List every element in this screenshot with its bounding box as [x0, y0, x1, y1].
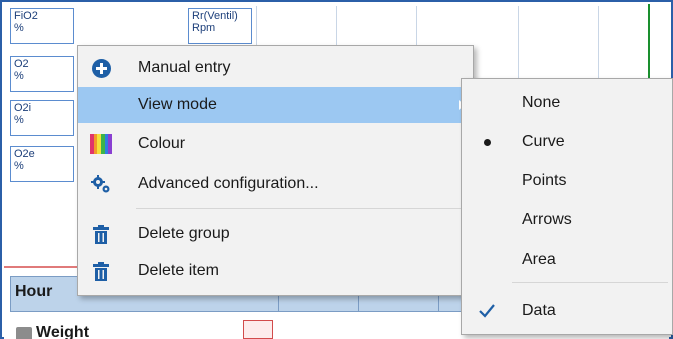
menu-item-label: Advanced configuration... [138, 175, 319, 192]
folder-icon [16, 327, 32, 339]
submenu-item-label: Area [522, 251, 556, 268]
submenu-item-label: Data [522, 302, 556, 319]
menu-item-view-mode[interactable]: View mode [78, 87, 473, 123]
context-menu: Manual entry View mode Colour Advanced c… [77, 45, 474, 296]
gears-icon [90, 174, 112, 194]
menu-item-advanced-configuration[interactable]: Advanced configuration... [78, 166, 473, 202]
param-name: Rr(Ventil) [192, 10, 238, 22]
hour-column-header[interactable]: Hour [15, 283, 52, 301]
menu-item-label: Delete item [138, 262, 219, 279]
submenu-separator [512, 282, 668, 283]
param-unit: % [14, 70, 24, 82]
menu-item-label: Delete group [138, 225, 230, 242]
bullet-icon [484, 139, 491, 146]
submenu-item-label: None [522, 94, 561, 111]
param-unit: % [14, 114, 24, 126]
plus-circle-icon [90, 58, 112, 78]
menu-item-label: View mode [138, 96, 217, 113]
param-name: O2 [14, 58, 29, 70]
submenu-item-label: Curve [522, 133, 565, 150]
menu-item-delete-item[interactable]: Delete item [78, 253, 473, 289]
submenu-item-data[interactable]: Data [462, 293, 672, 329]
menu-item-colour[interactable]: Colour [78, 126, 473, 162]
param-box-fio2[interactable]: FiO2 % [10, 8, 74, 44]
param-box-o2i[interactable]: O2i % [10, 100, 74, 136]
submenu-item-label: Arrows [522, 211, 572, 228]
submenu-item-label: Points [522, 172, 567, 189]
submenu-item-area[interactable]: Area [462, 242, 672, 278]
check-icon [479, 304, 495, 318]
menu-item-manual-entry[interactable]: Manual entry [78, 50, 473, 86]
warning-icon[interactable] [243, 320, 273, 339]
param-unit: Rpm [192, 22, 216, 34]
view-mode-submenu: None Curve Points Arrows Area Data [461, 78, 673, 335]
param-box-rr-ventil[interactable]: Rr(Ventil) Rpm [188, 8, 252, 44]
weight-row-label[interactable]: Weight [36, 324, 89, 339]
trash-icon [90, 261, 112, 281]
menu-item-label: Colour [138, 135, 186, 152]
submenu-item-none[interactable]: None [462, 85, 672, 121]
param-box-o2e[interactable]: O2e % [10, 146, 74, 182]
menu-item-label: Manual entry [138, 59, 231, 76]
submenu-item-points[interactable]: Points [462, 163, 672, 199]
param-name: O2i [14, 102, 32, 114]
trash-icon [90, 224, 112, 244]
colour-palette-icon [90, 134, 113, 154]
submenu-item-arrows[interactable]: Arrows [462, 202, 672, 238]
param-name: FiO2 [14, 10, 38, 22]
param-name: O2e [14, 148, 35, 160]
menu-separator [136, 208, 469, 209]
param-box-o2[interactable]: O2 % [10, 56, 74, 92]
param-unit: % [14, 22, 24, 34]
menu-item-delete-group[interactable]: Delete group [78, 216, 473, 252]
submenu-item-curve[interactable]: Curve [462, 124, 672, 160]
param-unit: % [14, 160, 24, 172]
